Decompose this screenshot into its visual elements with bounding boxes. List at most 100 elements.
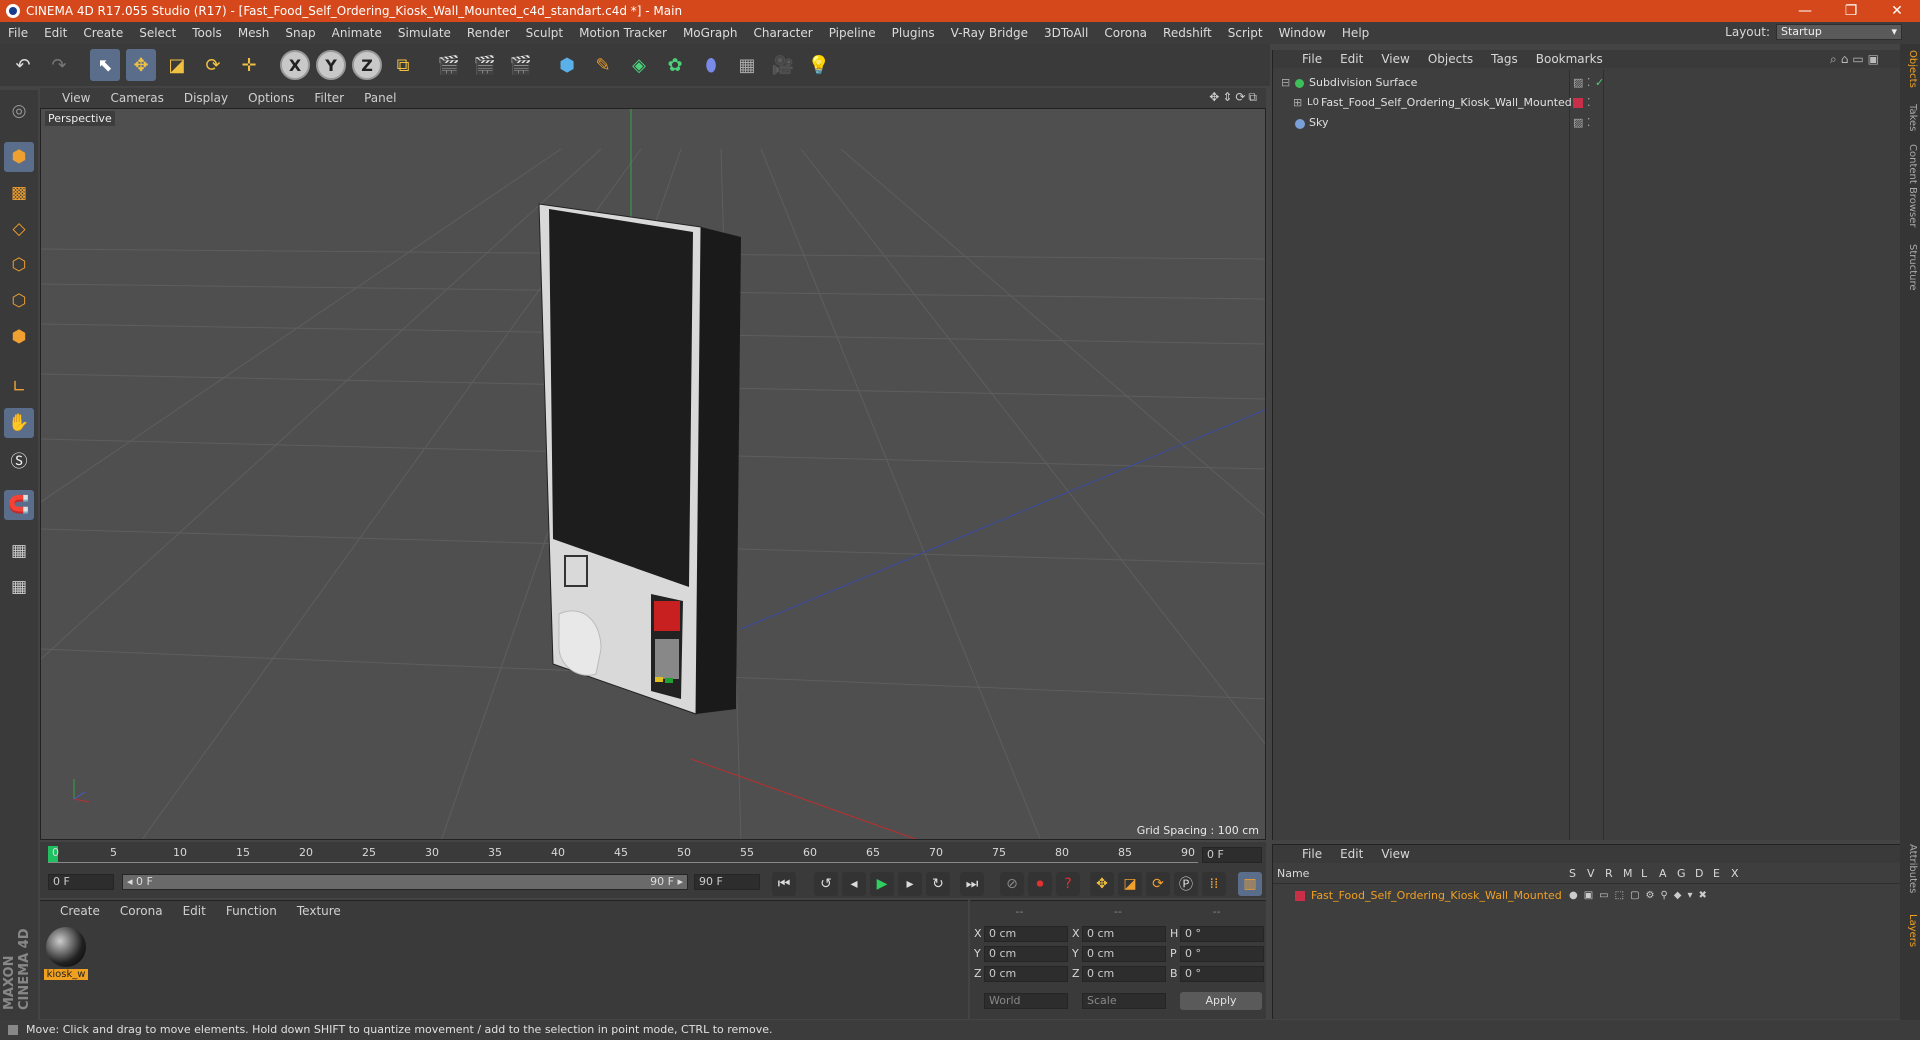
menu-edit[interactable]: Edit <box>36 26 75 40</box>
edges-mode-icon[interactable]: ⬡ <box>4 286 34 316</box>
menu-pipeline[interactable]: Pipeline <box>821 26 884 40</box>
tab-layers[interactable]: Layers <box>1902 914 1918 947</box>
goto-start-icon[interactable]: ⏮ <box>772 872 796 896</box>
key-pla-icon[interactable]: ⁞⁞ <box>1202 872 1226 896</box>
snapping-icon[interactable]: Ⓢ <box>4 444 34 474</box>
autokey-icon[interactable]: ? <box>1056 872 1080 896</box>
layer-col-v[interactable]: V <box>1587 867 1595 880</box>
axis-mode-icon[interactable]: ∟ <box>4 372 34 402</box>
rot-b-field[interactable]: 0 ° <box>1180 966 1264 982</box>
obj-menu-bookmarks[interactable]: Bookmarks <box>1527 52 1612 66</box>
layer-col-x[interactable]: X <box>1731 867 1739 880</box>
obj-search-home-icons[interactable]: ⌕⌂▭▣ <box>1830 52 1883 67</box>
menu-mograph[interactable]: MoGraph <box>675 26 746 40</box>
polygons-mode-icon[interactable]: ⬢ <box>4 322 34 352</box>
menu-corona[interactable]: Corona <box>1096 26 1155 40</box>
obj-menu-view[interactable]: View <box>1372 52 1418 66</box>
redo-icon[interactable]: ↷ <box>44 49 74 81</box>
layer-col-a[interactable]: A <box>1659 867 1667 880</box>
render-view-icon[interactable]: 🎬 <box>434 49 464 81</box>
menu-animate[interactable]: Animate <box>324 26 390 40</box>
undo-icon[interactable]: ↶ <box>8 49 38 81</box>
subdivision-surface-icon[interactable]: ◈ <box>624 49 654 81</box>
coordinate-system-icon[interactable]: ⧉ <box>388 49 418 81</box>
menu-script[interactable]: Script <box>1220 26 1271 40</box>
enabled-check-icon[interactable]: ✓ <box>1595 74 1604 92</box>
close-button[interactable]: ✕ <box>1874 0 1920 22</box>
tab-takes[interactable]: Takes <box>1902 104 1918 131</box>
layer-color-swatch[interactable] <box>1295 891 1305 901</box>
menu-file[interactable]: File <box>0 26 36 40</box>
texture-mode-icon[interactable]: ▩ <box>4 178 34 208</box>
tweak-mode-icon[interactable]: ✋ <box>4 408 34 438</box>
z-axis-lock-icon[interactable]: Z <box>352 50 382 80</box>
material-swatch[interactable]: kiosk_w <box>44 927 88 980</box>
object-row-subdivision[interactable]: ⊟ Subdivision Surface ▨ ⁚ ✓ <box>1273 74 1901 92</box>
menu-select[interactable]: Select <box>131 26 184 40</box>
menu-window[interactable]: Window <box>1271 26 1334 40</box>
menu-mesh[interactable]: Mesh <box>230 26 278 40</box>
mat-menu-edit[interactable]: Edit <box>173 904 216 918</box>
key-parameter-icon[interactable]: Ⓟ <box>1174 872 1198 896</box>
pos-y-field[interactable]: 0 cm <box>984 946 1068 962</box>
floor-icon[interactable]: ▦ <box>732 49 762 81</box>
live-selection-icon[interactable]: ✛ <box>234 49 264 81</box>
menu-sculpt[interactable]: Sculpt <box>518 26 571 40</box>
prev-key-icon[interactable]: ↺ <box>814 872 838 896</box>
spline-pen-icon[interactable]: ✎ <box>588 49 618 81</box>
mat-menu-create[interactable]: Create <box>50 904 110 918</box>
render-picture-viewer-icon[interactable]: 🎬 <box>470 49 500 81</box>
layer-menu-file[interactable]: File <box>1293 847 1331 861</box>
tab-objects[interactable]: Objects <box>1902 50 1918 88</box>
size-z-field[interactable]: 0 cm <box>1082 966 1166 982</box>
size-x-field[interactable]: 0 cm <box>1082 926 1166 942</box>
layer-col-r[interactable]: R <box>1605 867 1613 880</box>
rot-h-field[interactable]: 0 ° <box>1180 926 1264 942</box>
menu-redshift[interactable]: Redshift <box>1155 26 1220 40</box>
layout-select[interactable]: Startup <box>1776 24 1902 40</box>
restore-button[interactable]: ❐ <box>1828 0 1874 22</box>
perspective-viewport[interactable]: Perspective Grid Spacing : 100 cm <box>40 108 1266 840</box>
mat-menu-texture[interactable]: Texture <box>287 904 351 918</box>
record-keys-off-icon[interactable]: ⊘ <box>1000 872 1024 896</box>
timeline-ruler[interactable]: 0 5 10 15 20 25 30 35 40 45 50 55 60 65 … <box>40 842 1266 868</box>
preview-range-slider[interactable]: ◂ 0 F 90 F ▸ <box>122 874 688 890</box>
size-y-field[interactable]: 0 cm <box>1082 946 1166 962</box>
scale-tool-icon[interactable]: ◪ <box>162 49 192 81</box>
rot-p-field[interactable]: 0 ° <box>1180 946 1264 962</box>
viewport-nav-icons[interactable]: ✥⇕⟳⧉ <box>1209 90 1260 105</box>
menu-snap[interactable]: Snap <box>277 26 323 40</box>
select-tool-icon[interactable]: ⬉ <box>90 49 120 81</box>
workplane-mode-icon[interactable]: ◇ <box>4 214 34 244</box>
camera-icon[interactable]: 🎥 <box>768 49 798 81</box>
viewport-menu-view[interactable]: View <box>40 91 100 105</box>
current-frame-field[interactable]: 0 F <box>1202 847 1262 863</box>
make-editable-icon[interactable]: ◎ <box>4 96 34 126</box>
layer-col-l[interactable]: L <box>1641 867 1647 880</box>
viewport-menu-cameras[interactable]: Cameras <box>100 91 173 105</box>
layer-toggle-icons[interactable]: ●▣▭⬚▢⚙⚲◆▾✖ <box>1569 887 1713 905</box>
menu-3dtoall[interactable]: 3DToAll <box>1036 26 1096 40</box>
menu-plugins[interactable]: Plugins <box>884 26 943 40</box>
layer-color-swatch[interactable] <box>1573 98 1583 108</box>
menu-create[interactable]: Create <box>75 26 131 40</box>
key-scale-icon[interactable]: ◪ <box>1118 872 1142 896</box>
visibility-dots-icon[interactable]: ▨ ⁚ <box>1573 74 1590 92</box>
viewport-menu-options[interactable]: Options <box>238 91 304 105</box>
timeline-window-icon[interactable]: ▥ <box>1238 872 1262 896</box>
menu-simulate[interactable]: Simulate <box>390 26 459 40</box>
render-settings-icon[interactable]: 🎬 <box>506 49 536 81</box>
start-frame-field[interactable]: 0 F <box>48 874 114 890</box>
minimize-button[interactable]: — <box>1782 0 1828 22</box>
mat-menu-corona[interactable]: Corona <box>110 904 173 918</box>
layer-col-e[interactable]: E <box>1713 867 1720 880</box>
object-row-sky[interactable]: Sky ▨ ⁚ <box>1273 114 1901 132</box>
layer-menu-edit[interactable]: Edit <box>1331 847 1372 861</box>
end-frame-field[interactable]: 90 F <box>694 874 760 890</box>
layer-col-s[interactable]: S <box>1569 867 1576 880</box>
obj-menu-file[interactable]: File <box>1293 52 1331 66</box>
record-active-icon[interactable]: ⏺ <box>1028 872 1052 896</box>
key-position-icon[interactable]: ✥ <box>1090 872 1114 896</box>
tab-attributes[interactable]: Attributes <box>1902 844 1918 893</box>
workplane-grid-icon[interactable]: ▦ <box>4 572 34 602</box>
